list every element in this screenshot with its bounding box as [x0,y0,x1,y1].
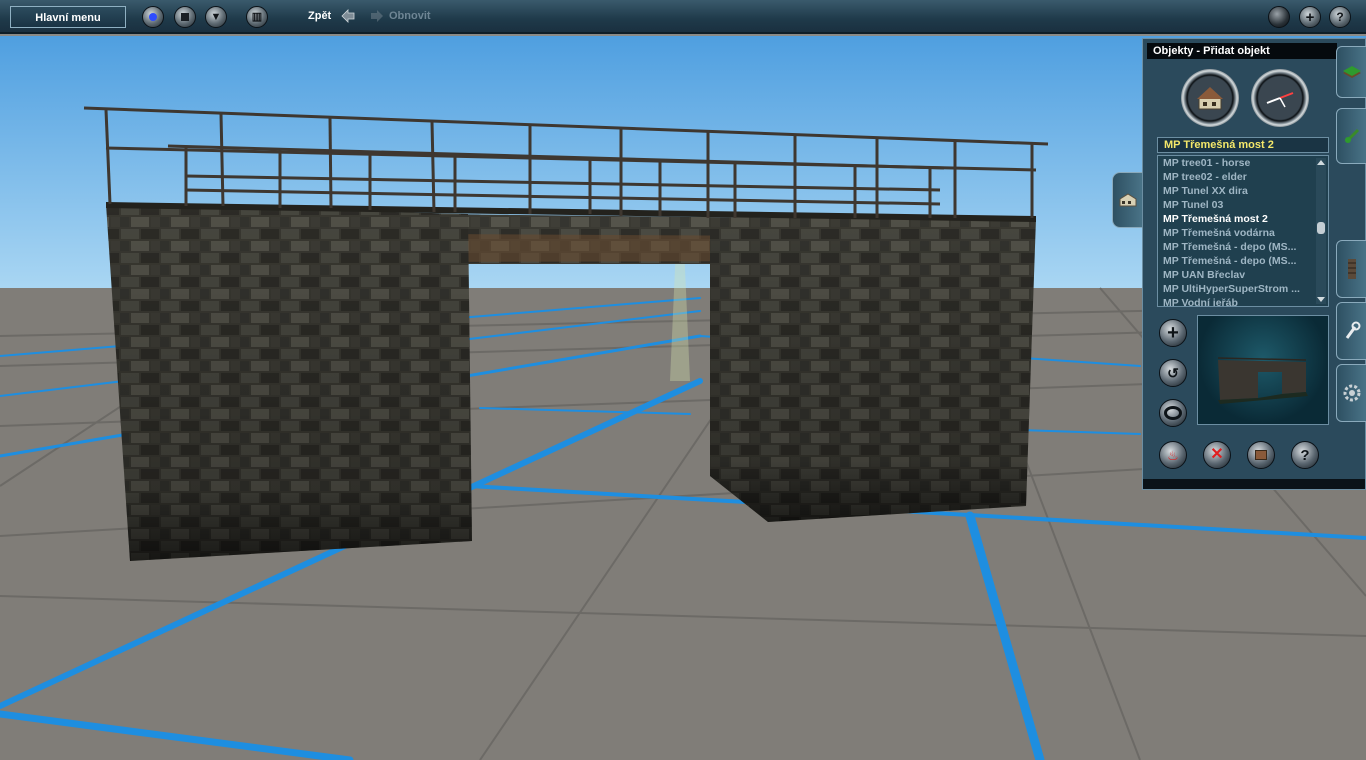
top-toolbar: Hlavní menu ▼ ▥ Zpět Obnovit + ? [0,0,1366,34]
redo-arrow-icon[interactable] [369,8,385,24]
object-icon[interactable] [1247,441,1275,469]
track-tab[interactable] [1336,240,1366,298]
object-panel-toggle-tab[interactable] [1112,172,1144,228]
object-preview [1197,315,1329,425]
list-item[interactable]: MP tree01 - horse [1158,156,1313,170]
gear-tab[interactable] [1336,364,1366,422]
terrain-tab-icon [1343,66,1361,78]
stop-icon[interactable] [174,6,196,28]
help-icon[interactable]: ? [1291,441,1319,469]
gear-tab-icon [1343,384,1361,402]
list-item[interactable]: MP tree02 - elder [1158,170,1313,184]
wrench-tab[interactable] [1336,302,1366,360]
filter-icon[interactable]: ▼ [205,6,227,28]
undo-button[interactable]: Zpět [308,10,331,22]
list-item[interactable]: MP Třemešná vodárna [1158,226,1313,240]
panel-footer [1143,479,1365,489]
redo-button[interactable]: Obnovit [389,10,431,22]
add-icon[interactable]: + [1159,319,1187,347]
main-menu-button[interactable]: Hlavní menu [10,6,126,28]
ring-icon[interactable] [1159,399,1187,427]
panel-title: Objekty - Přidat objekt [1147,43,1337,59]
plus-icon[interactable]: + [1299,6,1321,28]
track-tab-icon [1348,259,1356,279]
list-item[interactable]: MP Vodní jeřáb [1158,296,1313,306]
terrain-tab[interactable] [1336,46,1366,98]
flame-icon[interactable]: ♨ [1159,441,1187,469]
dark-round-icon[interactable] [1268,6,1290,28]
list-item[interactable]: MP Třemešná - depo (MS... [1158,240,1313,254]
object-list-scrollbar[interactable] [1316,158,1326,304]
list-item[interactable]: MP Třemešná - depo (MS... [1158,254,1313,268]
clock-dial-icon[interactable] [1251,69,1309,127]
trash-icon[interactable]: ▥ [246,6,268,28]
list-item[interactable]: MP UltiHyperSuperStrom ... [1158,282,1313,296]
house-tab-icon [1119,193,1137,207]
wrench-tab-icon [1345,321,1361,339]
rotate-icon[interactable]: ↺ [1159,359,1187,387]
house-dial-icon[interactable] [1181,69,1239,127]
paint-tab[interactable] [1336,108,1366,164]
undo-arrow-icon[interactable] [340,8,356,24]
list-item[interactable]: MP UAN Břeclav [1158,268,1313,282]
list-item[interactable]: MP Tunel 03 [1158,198,1313,212]
object-list[interactable]: MP tree01 - horse MP tree02 - elder MP Tun… [1157,155,1329,307]
blue-dot-icon[interactable] [142,6,164,28]
delete-icon[interactable]: ✕ [1203,441,1231,469]
list-item[interactable]: MP Tunel XX dira [1158,184,1313,198]
object-panel: Objekty - Přidat objekt MP Třemešná most… [1142,38,1366,490]
list-item[interactable]: MP Třemešná most 2 [1158,212,1313,226]
selected-object-label: MP Třemešná most 2 [1157,137,1329,153]
paint-tab-icon [1344,128,1360,144]
help-icon[interactable]: ? [1329,6,1351,28]
